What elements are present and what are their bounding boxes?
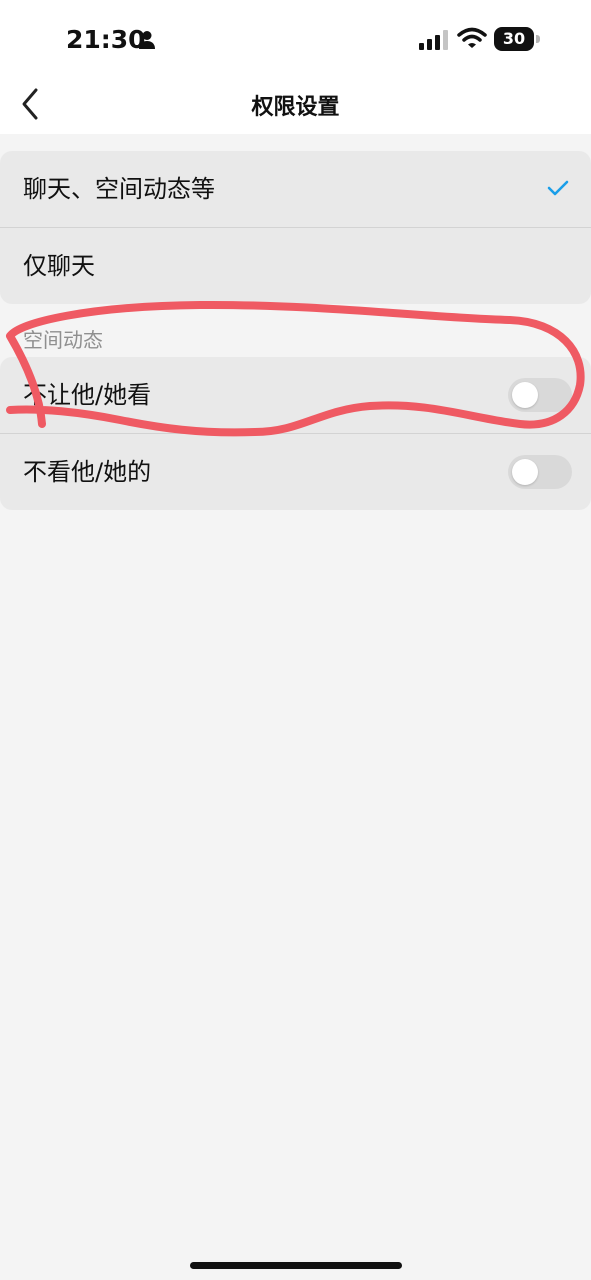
toggle-hide-my-moments[interactable]: [508, 378, 572, 412]
battery-cap: [536, 35, 540, 43]
home-indicator[interactable]: [190, 1262, 402, 1269]
toggle-knob: [512, 459, 538, 485]
person-icon: [139, 31, 155, 49]
page-title: 权限设置: [251, 95, 340, 120]
battery-icon: 30: [494, 27, 542, 51]
checkmark-icon: [547, 180, 569, 196]
option-chat-only[interactable]: 仅聊天: [0, 227, 591, 304]
option-chat-and-moments[interactable]: 聊天、空间动态等: [0, 151, 591, 227]
toggle-hide-their-moments[interactable]: [508, 455, 572, 489]
nav-bar: 权限设置: [0, 72, 591, 134]
section-header-moments: 空间动态: [23, 328, 103, 352]
row-label: 不让他/她看: [23, 381, 152, 409]
status-bar: 21:30 30: [0, 0, 591, 72]
row-hide-my-moments: 不让他/她看: [0, 357, 591, 433]
option-label: 仅聊天: [23, 252, 95, 280]
moments-privacy-group: 不让他/她看 不看他/她的: [0, 357, 591, 510]
row-hide-their-moments: 不看他/她的: [0, 433, 591, 510]
option-label: 聊天、空间动态等: [23, 175, 215, 203]
toggle-knob: [512, 382, 538, 408]
status-time: 21:30: [66, 25, 146, 54]
battery-level: 30: [494, 27, 534, 51]
wifi-icon: [457, 27, 487, 48]
permission-options-group: 聊天、空间动态等 仅聊天: [0, 151, 591, 304]
row-label: 不看他/她的: [23, 458, 152, 486]
cellular-signal-icon: [419, 30, 448, 50]
